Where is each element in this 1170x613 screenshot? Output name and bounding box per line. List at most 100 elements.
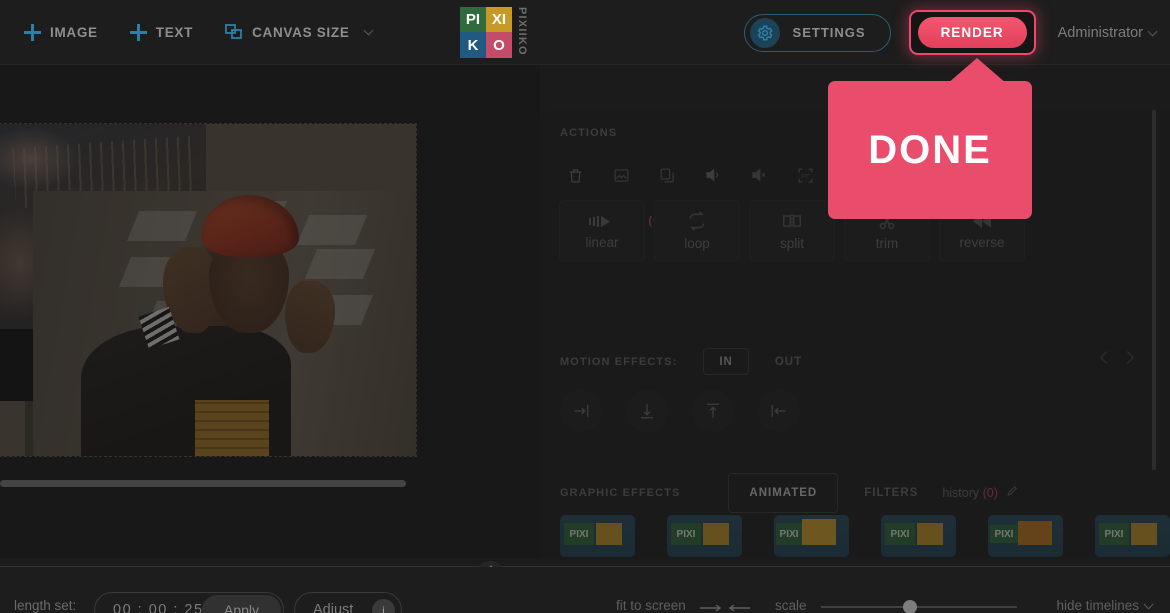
canvas-size-label: CANVAS SIZE: [252, 25, 349, 40]
scale-slider-knob[interactable]: [903, 600, 917, 613]
add-text-label: TEXT: [156, 25, 193, 40]
info-icon[interactable]: i: [372, 599, 395, 613]
pixiko-editor-app: IMAGE TEXT CANVAS SIZE PI XI K O PI: [0, 0, 1170, 613]
length-input-group: 00 : 00 : 25 Apply: [94, 592, 284, 613]
canvas-size-icon: [225, 24, 243, 40]
time-effect-loop-label: loop: [684, 236, 710, 251]
thumbnail-accent: [802, 519, 836, 545]
motion-nav-arrows: [1102, 353, 1132, 362]
render-button-highlight: RENDER: [909, 10, 1036, 55]
graphic-effects-row: GRAPHIC EFFECTS ANIMATED FILTERS history…: [560, 473, 1019, 513]
render-button[interactable]: RENDER: [918, 17, 1027, 48]
time-effect-split[interactable]: split: [749, 200, 835, 262]
thumbnail-label: PIXI: [1099, 523, 1129, 545]
motion-slide-up-icon[interactable]: [692, 390, 734, 432]
effect-thumbnail[interactable]: PIXI: [881, 515, 956, 557]
canvas-horizontal-scrollbar[interactable]: [0, 480, 406, 487]
scale-label: scale: [775, 598, 807, 613]
thumbnail-label: PIXI: [671, 523, 701, 545]
effect-thumbnail[interactable]: PIXI: [988, 515, 1063, 557]
hide-timelines-button[interactable]: hide timelines: [1056, 598, 1152, 613]
duplicate-icon[interactable]: [652, 160, 682, 190]
edit-pencil-icon[interactable]: [1006, 484, 1019, 502]
account-menu[interactable]: Administrator: [1058, 25, 1156, 41]
chevron-down-icon: [1148, 26, 1158, 36]
plus-icon: [130, 24, 147, 41]
effect-thumbnail[interactable]: PIXI: [774, 515, 849, 557]
account-label: Administrator: [1058, 25, 1143, 41]
adjust-button[interactable]: Adjust i: [294, 592, 402, 613]
fit-arrows-icon[interactable]: [700, 601, 750, 613]
canvas-stage[interactable]: [0, 65, 540, 558]
actions-section-label: ACTIONS: [560, 127, 617, 139]
thumbnail-accent: [1018, 521, 1052, 545]
thumbnail-accent: [703, 523, 729, 545]
time-effect-linear[interactable]: linear: [559, 200, 645, 262]
add-image-button[interactable]: IMAGE: [24, 24, 98, 41]
apply-button[interactable]: Apply: [202, 595, 281, 613]
motion-slide-left-icon[interactable]: [758, 390, 800, 432]
thumbnail-label: PIXI: [990, 525, 1018, 543]
delete-icon[interactable]: [560, 160, 590, 190]
thumbnail-accent: [917, 523, 943, 545]
thumbnail-accent: [596, 523, 622, 545]
chevron-down-icon: [1144, 599, 1154, 609]
graphic-effects-label: GRAPHIC EFFECTS: [560, 487, 680, 499]
length-time-input[interactable]: 00 : 00 : 25: [113, 602, 204, 613]
add-image-label: IMAGE: [50, 25, 98, 40]
effect-thumbnail[interactable]: PIXI: [1095, 515, 1170, 557]
canvas-tile: [305, 249, 375, 279]
plus-icon: [24, 24, 41, 41]
history-link[interactable]: history (0): [942, 486, 998, 500]
adjust-label: Adjust: [313, 602, 353, 613]
time-effect-linear-label: linear: [585, 235, 618, 250]
done-tooltip: DONE: [828, 81, 1032, 219]
thumbnail-label: PIXI: [776, 523, 802, 545]
panel-vertical-scrollbar[interactable]: [1152, 110, 1156, 470]
scale-slider-track[interactable]: [821, 606, 1017, 608]
settings-button[interactable]: SETTINGS: [744, 14, 891, 52]
thumbnail-accent: [1131, 523, 1157, 545]
logo-cell-pi: PI: [460, 7, 486, 32]
tab-animated[interactable]: ANIMATED: [728, 473, 838, 513]
graphic-effect-thumbnails: PIXI PIXI PIXI PIXI PIXI PIXI: [560, 515, 1170, 557]
canvas-artboard[interactable]: [0, 124, 416, 456]
tab-filters[interactable]: FILTERS: [864, 487, 918, 499]
canvas-subject-shirt: [195, 400, 269, 456]
volume-on-icon[interactable]: [698, 160, 728, 190]
thumbnail-label: PIXI: [564, 523, 594, 545]
history-count: (0): [983, 486, 998, 500]
tab-motion-out[interactable]: OUT: [775, 356, 802, 368]
add-text-button[interactable]: TEXT: [130, 24, 193, 41]
settings-label: SETTINGS: [793, 25, 866, 40]
fit-to-screen-label[interactable]: fit to screen: [616, 598, 686, 613]
top-toolbar: IMAGE TEXT CANVAS SIZE PI XI K O PI: [0, 0, 1170, 65]
actions-toolbar: FIT F: [560, 160, 866, 190]
canvas-layer-main-clip[interactable]: [33, 191, 416, 456]
chevron-left-icon[interactable]: [1100, 351, 1113, 364]
history-label: history: [942, 486, 979, 500]
top-toolbar-right: SETTINGS RENDER Administrator: [744, 0, 1156, 65]
motion-slide-down-icon[interactable]: [626, 390, 668, 432]
motion-slide-right-icon[interactable]: [560, 390, 602, 432]
canvas-tile: [127, 211, 197, 241]
effect-thumbnail[interactable]: PIXI: [667, 515, 742, 557]
canvas-size-button[interactable]: CANVAS SIZE: [225, 24, 371, 40]
volume-mute-icon[interactable]: [744, 160, 774, 190]
time-effect-reverse-label: reverse: [959, 235, 1004, 250]
chevron-right-icon[interactable]: [1121, 351, 1134, 364]
canvas-subject-hand-right: [285, 281, 335, 353]
image-icon[interactable]: [606, 160, 636, 190]
fit-icon[interactable]: FIT: [790, 160, 820, 190]
tab-motion-in[interactable]: IN: [703, 348, 749, 375]
canvas-tile: [297, 215, 367, 245]
hide-timelines-label: hide timelines: [1056, 598, 1139, 613]
svg-text:FIT: FIT: [801, 173, 810, 179]
time-effect-loop[interactable]: loop: [654, 200, 740, 262]
length-set-label: length set:: [14, 598, 76, 613]
effect-thumbnail[interactable]: PIXI: [560, 515, 635, 557]
time-effect-split-label: split: [780, 236, 804, 251]
logo-grid: PI XI K O: [460, 7, 512, 58]
logo-cell-k: K: [460, 32, 486, 58]
pixiko-logo: PI XI K O PIXIIKO: [460, 7, 528, 58]
